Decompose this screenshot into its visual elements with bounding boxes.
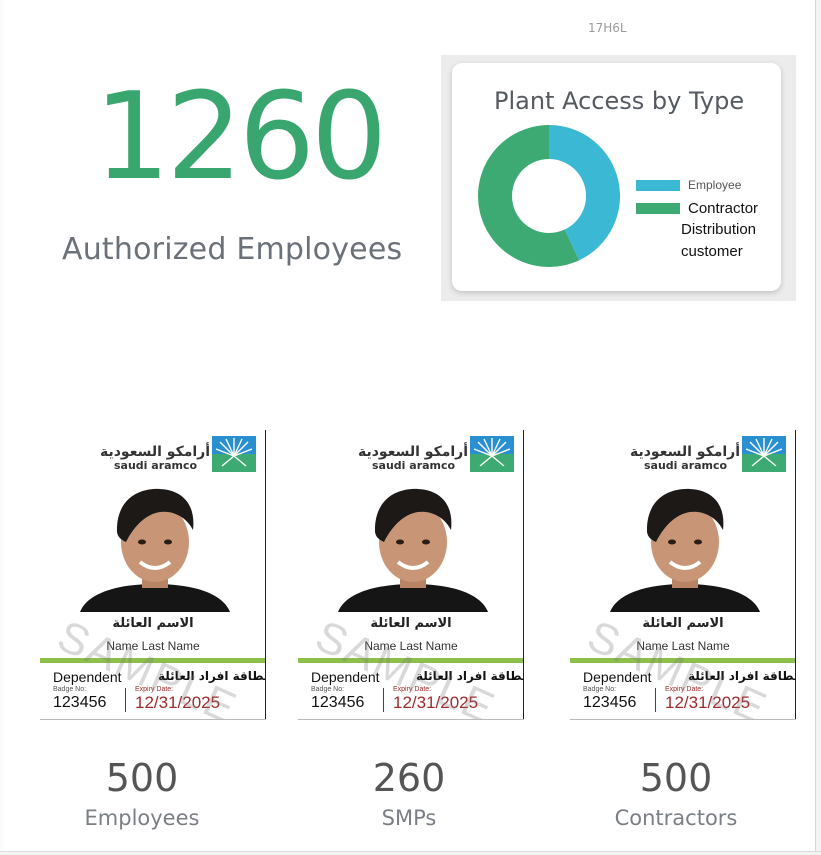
plant-access-chart-card[interactable]: Plant Access by Type Employee Contractor… bbox=[452, 63, 781, 291]
badge-role: Dependent bbox=[311, 669, 380, 685]
aramco-logo-english: saudi aramco bbox=[644, 459, 728, 472]
plant-access-donut[interactable] bbox=[477, 124, 621, 268]
badge-role: Dependent bbox=[583, 669, 652, 685]
stat-smps-value: 260 bbox=[372, 756, 446, 800]
badge-role-arabic: بطاقة افراد العائلة bbox=[158, 669, 266, 683]
badge-edge bbox=[523, 430, 524, 720]
badge-card-smps[interactable]: أرامكو السعودية saudi aramco الاسم العائ… bbox=[298, 430, 524, 720]
total-authorized-label: Authorized Employees bbox=[62, 232, 403, 267]
badge-role-arabic: بطاقة افراد العائلة bbox=[688, 669, 796, 683]
aramco-logo-icon bbox=[212, 436, 256, 472]
aramco-logo-icon bbox=[470, 436, 514, 472]
badge-edge-bottom bbox=[298, 719, 524, 720]
chart-panel: Plant Access by Type Employee Contractor… bbox=[441, 55, 796, 301]
legend-item-contractor[interactable]: Contractor bbox=[636, 200, 758, 217]
aramco-logo-arabic: أرامكو السعودية bbox=[358, 444, 469, 460]
portrait-photo bbox=[338, 488, 488, 612]
expiry-value: 12/31/2025 bbox=[665, 693, 751, 712]
legend-swatch-contractor bbox=[636, 203, 680, 214]
legend-label-employee: Employee bbox=[688, 178, 742, 192]
stat-employees-value: 500 bbox=[105, 756, 179, 800]
badge-divider bbox=[655, 688, 656, 712]
legend-label-contractor: Contractor bbox=[688, 200, 759, 217]
holder-name-arabic: الاسم العائلة bbox=[112, 616, 194, 631]
badge-edge bbox=[795, 430, 796, 720]
report-code: 17H6L bbox=[588, 21, 627, 35]
scroll-frame-right bbox=[815, 0, 821, 855]
badge-no-label: Badge No: bbox=[53, 686, 87, 693]
holder-name-arabic: الاسم العائلة bbox=[370, 616, 452, 631]
stat-smps-label: SMPs bbox=[381, 806, 437, 830]
stat-contractors-label: Contractors bbox=[614, 806, 738, 830]
scroll-frame-bottom bbox=[0, 851, 821, 855]
legend-item-employee[interactable]: Employee bbox=[636, 178, 741, 192]
badge-stripe bbox=[298, 658, 524, 663]
badge-edge-bottom bbox=[40, 719, 266, 720]
aramco-logo-english: saudi aramco bbox=[114, 459, 198, 472]
badge-card-employees[interactable]: أرامكو السعودية saudi aramco الاسم العائ… bbox=[40, 430, 266, 720]
badge-no-label: Badge No: bbox=[311, 686, 345, 693]
badge-stripe bbox=[40, 658, 266, 663]
portrait-photo bbox=[610, 488, 760, 612]
expiry-value: 12/31/2025 bbox=[393, 693, 479, 712]
expiry-label: Expiry Date: bbox=[665, 686, 704, 693]
chart-title: Plant Access by Type bbox=[494, 87, 745, 115]
aramco-logo-arabic: أرامكو السعودية bbox=[100, 444, 211, 460]
badge-no-label: Badge No: bbox=[583, 686, 617, 693]
badge-stripe bbox=[570, 658, 796, 663]
badge-role: Dependent bbox=[53, 669, 122, 685]
portrait-photo bbox=[80, 488, 230, 612]
holder-name: Name Last Name bbox=[364, 639, 458, 653]
badge-edge bbox=[265, 430, 266, 720]
stat-employees-label: Employees bbox=[84, 806, 200, 830]
badge-role-arabic: بطاقة افراد العائلة bbox=[416, 669, 524, 683]
badge-divider bbox=[125, 688, 126, 712]
expiry-label: Expiry Date: bbox=[135, 686, 174, 693]
badge-no-value: 123456 bbox=[53, 694, 107, 711]
holder-name-arabic: الاسم العائلة bbox=[642, 616, 724, 631]
legend-swatch-employee bbox=[636, 179, 680, 191]
aramco-logo-english: saudi aramco bbox=[372, 459, 456, 472]
left-edge bbox=[0, 0, 3, 855]
badge-card-contractors[interactable]: أرامكو السعودية saudi aramco الاسم العائ… bbox=[570, 430, 796, 720]
holder-name: Name Last Name bbox=[636, 639, 730, 653]
badge-no-value: 123456 bbox=[583, 694, 637, 711]
aramco-logo-arabic: أرامكو السعودية bbox=[630, 444, 741, 460]
legend-extra-distribution: Distribution bbox=[681, 221, 757, 238]
total-authorized-count: 1260 bbox=[94, 68, 387, 207]
aramco-logo-icon bbox=[742, 436, 786, 472]
expiry-value: 12/31/2025 bbox=[135, 693, 221, 712]
holder-name: Name Last Name bbox=[106, 639, 200, 653]
stat-contractors-value: 500 bbox=[639, 756, 713, 800]
expiry-label: Expiry Date: bbox=[393, 686, 432, 693]
badge-edge-bottom bbox=[570, 719, 796, 720]
badge-divider bbox=[383, 688, 384, 712]
legend-extra-customer: customer bbox=[681, 243, 743, 260]
badge-no-value: 123456 bbox=[311, 694, 365, 711]
